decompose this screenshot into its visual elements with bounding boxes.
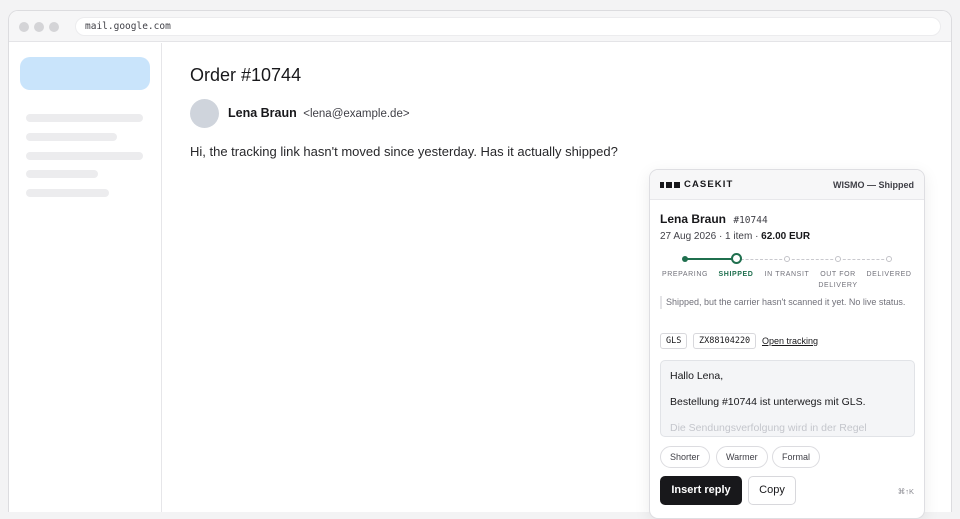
progress-step-label: DELIVERED: [866, 271, 912, 278]
order-number: #10744: [733, 215, 768, 226]
tone-formal-button[interactable]: Formal: [772, 446, 821, 468]
address-bar[interactable]: mail.google.com: [75, 17, 941, 36]
draft-line-2: Die Sendungsverfolgung wird in der Regel: [670, 422, 867, 434]
email-subject: Order #10744: [190, 65, 302, 85]
progress-step-marker: [886, 256, 892, 262]
sidebar-item-placeholder[interactable]: [26, 152, 143, 160]
carrier-chip: GLS: [660, 333, 688, 349]
customer-name: Lena Braun: [660, 212, 727, 226]
order-meta: 27 Aug 2026 · 1 item · 62.00 EUR: [660, 231, 810, 242]
tone-shorter-button[interactable]: Shorter: [660, 446, 710, 468]
progress-step-marker: [730, 253, 742, 264]
order-total: 62.00 EUR: [761, 231, 811, 242]
sender-email: <lena@example.de>: [303, 108, 410, 120]
progress-segment: [736, 259, 787, 260]
tone-warmer-button[interactable]: Warmer: [716, 446, 768, 468]
sender-line: Lena Braun <lena@example.de>: [228, 106, 410, 120]
sidebar-item-placeholder[interactable]: [26, 114, 143, 122]
tracking-number-chip[interactable]: ZX88104220: [693, 333, 757, 349]
compose-button[interactable]: [20, 57, 150, 90]
casekit-panel: CASEKIT WISMO — Shipped Lena Braun #1074…: [649, 169, 925, 519]
email-body: Hi, the tracking link hasn't moved since…: [190, 144, 618, 159]
copy-button[interactable]: Copy: [748, 476, 796, 505]
draft-line-1: Bestellung #10744 ist unterwegs mit GLS.: [670, 396, 866, 408]
progress-step-marker: [784, 256, 790, 262]
panel-header: CASEKIT WISMO — Shipped: [650, 170, 924, 200]
sender-name: Lena Braun: [228, 106, 297, 120]
progress-segment: [787, 259, 838, 260]
draft-greeting: Hallo Lena,: [670, 370, 724, 382]
close-window-dot[interactable]: [19, 22, 29, 32]
progress-segment: [685, 258, 736, 260]
shipment-progress: PREPARING SHIPPED IN TRANSIT OUT FOR DELIVE…: [650, 252, 924, 294]
maximize-window-dot[interactable]: [49, 22, 59, 32]
casekit-logo-icon: [660, 182, 680, 188]
order-meta-text: 27 Aug 2026 · 1 item ·: [660, 231, 762, 242]
mail-sidebar: [9, 43, 162, 512]
sidebar-item-placeholder[interactable]: [26, 189, 109, 197]
brand-name: CASEKIT: [684, 179, 734, 190]
minimize-window-dot[interactable]: [34, 22, 44, 32]
sender-avatar: [190, 99, 219, 128]
sidebar-item-placeholder[interactable]: [26, 170, 98, 178]
case-status-tag: WISMO — Shipped: [833, 180, 914, 190]
open-tracking-link[interactable]: Open tracking: [762, 336, 818, 346]
status-note: Shipped, but the carrier hasn't scanned …: [660, 296, 910, 309]
progress-segment: [838, 259, 889, 260]
reply-draft[interactable]: Hallo Lena, Bestellung #10744 ist unterw…: [660, 360, 915, 437]
insert-reply-button[interactable]: Insert reply: [660, 476, 742, 505]
progress-step-marker: [682, 256, 688, 262]
keyboard-shortcut-hint: ⌘↑K: [897, 487, 914, 496]
browser-titlebar: mail.google.com: [9, 11, 951, 42]
progress-step-marker: [835, 256, 841, 262]
sidebar-item-placeholder[interactable]: [26, 133, 117, 141]
customer-line: Lena Braun #10744: [660, 212, 768, 226]
